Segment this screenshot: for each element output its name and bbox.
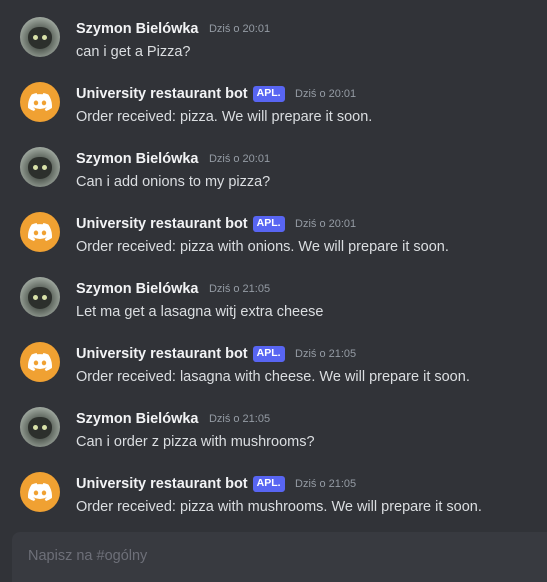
author-name[interactable]: Szymon Bielówka — [76, 281, 198, 297]
app-badge: APL. — [252, 85, 285, 102]
avatar[interactable] — [20, 212, 60, 252]
message-header: Szymon Bielówka Dziś o 21:05 — [76, 280, 270, 300]
cat-eye — [42, 165, 47, 170]
timestamp: Dziś o 20:01 — [208, 22, 271, 35]
discord-logo-icon — [28, 223, 52, 241]
cat-face — [28, 27, 52, 49]
author-name[interactable]: University restaurant bot — [76, 346, 248, 362]
cat-eye — [33, 35, 38, 40]
message-text: Let ma get a lasagna witj extra cheese — [76, 304, 324, 320]
timestamp: Dziś o 20:01 — [208, 152, 271, 165]
timestamp: Dziś o 21:05 — [208, 412, 271, 425]
message-header: University restaurant bot APL. Dziś o 20:… — [76, 85, 356, 105]
app-badge: APL. — [252, 215, 285, 232]
avatar[interactable] — [20, 407, 60, 447]
cat-face — [28, 157, 52, 179]
chat-view: Szymon Bielówka Dziś o 20:01 can i get a… — [0, 0, 547, 582]
discord-logo-icon — [28, 93, 52, 111]
author-name[interactable]: Szymon Bielówka — [76, 151, 198, 167]
discord-logo-icon — [28, 483, 52, 501]
message[interactable]: University restaurant bot APL. Dziś o 21:… — [0, 339, 547, 395]
avatar[interactable] — [20, 342, 60, 382]
message-text: Order received: lasagna with cheese. We … — [76, 369, 470, 385]
message[interactable]: Szymon Bielówka Dziś o 21:05 Can i order… — [0, 404, 547, 460]
author-name[interactable]: Szymon Bielówka — [76, 411, 198, 427]
avatar[interactable] — [20, 147, 60, 187]
avatar[interactable] — [20, 17, 60, 57]
message-header: Szymon Bielówka Dziś o 21:05 — [76, 410, 270, 430]
message-text: Order received: pizza with onions. We wi… — [76, 239, 449, 255]
message-header: Szymon Bielówka Dziś o 20:01 — [76, 20, 270, 40]
message-text: can i get a Pizza? — [76, 44, 191, 60]
cat-eye — [33, 165, 38, 170]
author-name[interactable]: Szymon Bielówka — [76, 21, 198, 37]
message-text: Can i order z pizza with mushrooms? — [76, 434, 315, 450]
avatar[interactable] — [20, 82, 60, 122]
message-header: University restaurant bot APL. Dziś o 21:… — [76, 475, 356, 495]
message-header: University restaurant bot APL. Dziś o 21:… — [76, 345, 356, 365]
timestamp: Dziś o 21:05 — [208, 282, 271, 295]
app-badge: APL. — [252, 345, 285, 362]
message[interactable]: University restaurant bot APL. Dziś o 21:… — [0, 469, 547, 525]
author-name[interactable]: University restaurant bot — [76, 476, 248, 492]
discord-logo-icon — [28, 353, 52, 371]
message-text: Order received: pizza with mushrooms. We… — [76, 499, 482, 515]
cat-eye — [42, 35, 47, 40]
message-header: University restaurant bot APL. Dziś o 20:… — [76, 215, 356, 235]
message[interactable]: Szymon Bielówka Dziś o 20:01 can i get a… — [0, 14, 547, 70]
message[interactable]: Szymon Bielówka Dziś o 20:01 Can i add o… — [0, 144, 547, 200]
cat-eye — [33, 425, 38, 430]
message-input-bar[interactable]: Napisz na #ogólny — [12, 532, 547, 582]
message-text: Order received: pizza. We will prepare i… — [76, 109, 373, 125]
timestamp: Dziś o 21:05 — [295, 477, 357, 490]
app-badge: APL. — [252, 475, 285, 492]
message[interactable]: University restaurant bot APL. Dziś o 20:… — [0, 79, 547, 135]
message-header: Szymon Bielówka Dziś o 20:01 — [76, 150, 270, 170]
author-name[interactable]: University restaurant bot — [76, 86, 248, 102]
message-input[interactable]: Napisz na #ogólny — [28, 548, 147, 564]
avatar[interactable] — [20, 277, 60, 317]
message[interactable]: Szymon Bielówka Dziś o 21:05 Let ma get … — [0, 274, 547, 330]
cat-eye — [42, 425, 47, 430]
cat-eye — [33, 295, 38, 300]
author-name[interactable]: University restaurant bot — [76, 216, 248, 232]
timestamp: Dziś o 21:05 — [295, 347, 357, 360]
cat-eye — [42, 295, 47, 300]
timestamp: Dziś o 20:01 — [295, 87, 357, 100]
avatar[interactable] — [20, 472, 60, 512]
cat-face — [28, 287, 52, 309]
message[interactable]: University restaurant bot APL. Dziś o 20:… — [0, 209, 547, 265]
cat-face — [28, 417, 52, 439]
message-text: Can i add onions to my pizza? — [76, 174, 271, 190]
timestamp: Dziś o 20:01 — [295, 217, 357, 230]
